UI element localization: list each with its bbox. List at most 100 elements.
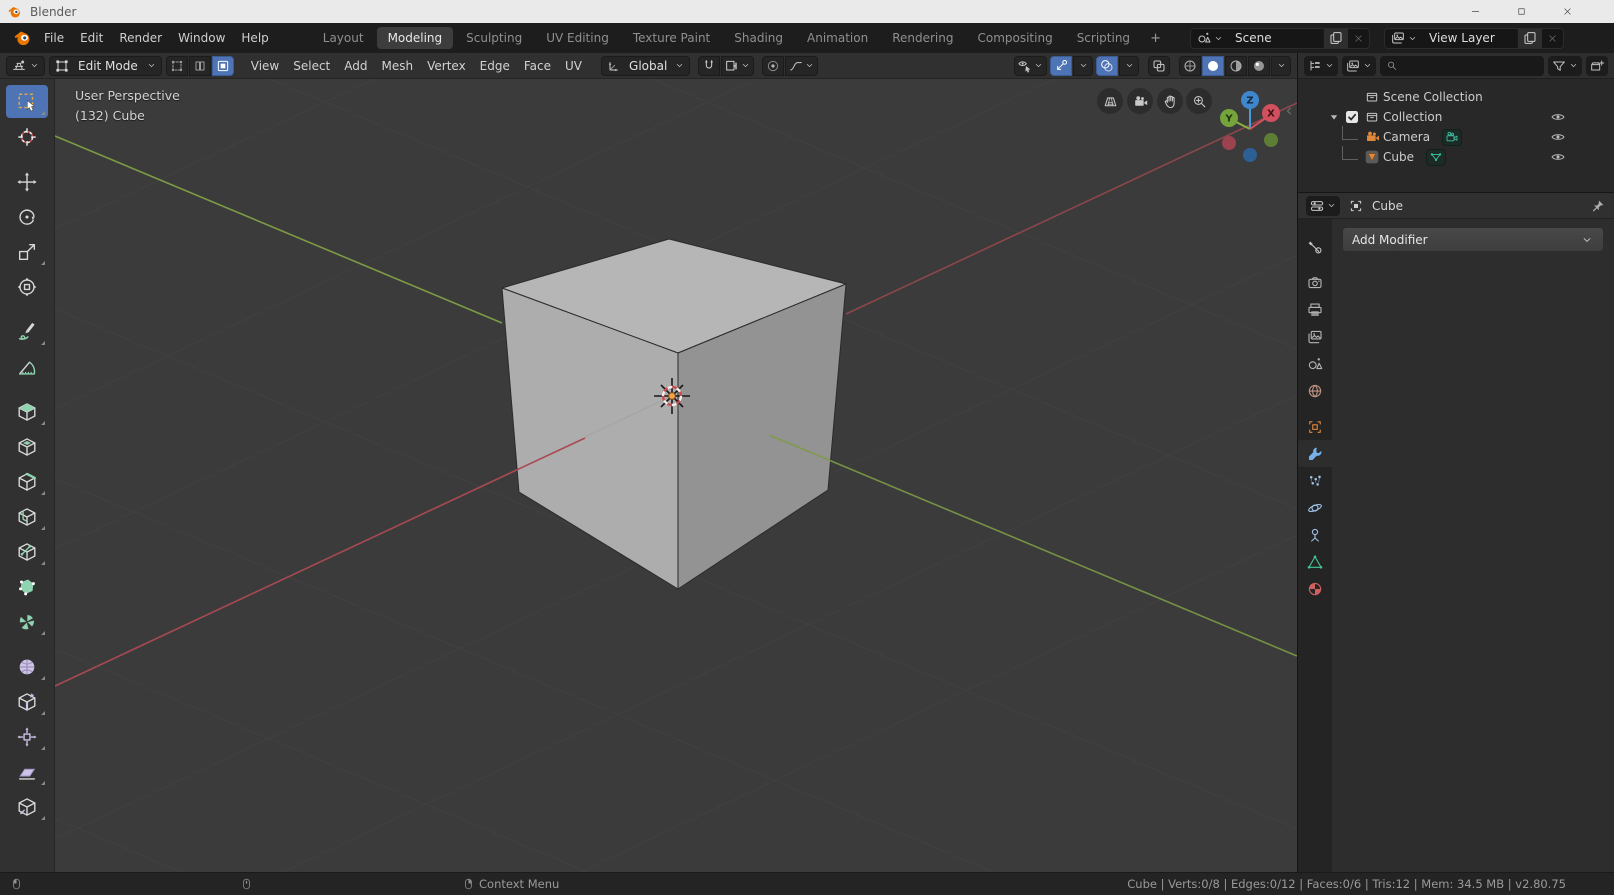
add-workspace-button[interactable]: + (1142, 29, 1169, 48)
navigation-gizmo[interactable]: Z Y X (1220, 91, 1280, 162)
view-layer-unlink-button[interactable] (1542, 33, 1563, 44)
outliner-filter-id-dropdown[interactable] (1342, 55, 1376, 76)
scene-copy-button[interactable] (1323, 28, 1348, 48)
gizmo-settings-dropdown[interactable] (1073, 55, 1093, 76)
tool-rotate-button[interactable] (6, 200, 48, 233)
object-visibility-dropdown[interactable] (1014, 55, 1047, 76)
workspace-tab-modeling[interactable]: Modeling (376, 27, 454, 49)
sidebar-collapse-chevron[interactable] (1283, 105, 1295, 117)
tool-knife-button[interactable] (6, 535, 48, 568)
tool-scale-button[interactable] (6, 235, 48, 268)
properties-tab-world[interactable] (1298, 377, 1332, 404)
workspace-tab-uv-editing[interactable]: UV Editing (535, 27, 620, 49)
scene-selector[interactable]: Scene (1190, 27, 1370, 49)
tool-extrude-region-button[interactable] (6, 395, 48, 428)
camera-view-button[interactable] (1127, 88, 1153, 114)
tool-shear-button[interactable] (6, 755, 48, 788)
tool-rip-region-button[interactable] (6, 790, 48, 823)
viewport-menu-uv[interactable]: UV (558, 56, 589, 76)
vertex-select-mode-button[interactable] (165, 55, 188, 76)
properties-tab-scene[interactable] (1298, 350, 1332, 377)
properties-tab-material[interactable] (1298, 575, 1332, 602)
gizmo-x-neg-axis[interactable] (1222, 136, 1236, 150)
mode-dropdown[interactable]: Edit Mode (49, 55, 162, 76)
menu-help[interactable]: Help (233, 28, 276, 48)
menu-render[interactable]: Render (111, 28, 170, 48)
workspace-tab-compositing[interactable]: Compositing (966, 27, 1063, 49)
shading-options-dropdown[interactable] (1271, 55, 1291, 76)
snap-toggle-button[interactable] (698, 55, 721, 76)
visibility-eye-icon[interactable] (1550, 109, 1566, 125)
properties-editor-type-button[interactable] (1306, 195, 1340, 216)
camera-data-icon-badge[interactable] (1442, 128, 1463, 146)
tool-annotate-button[interactable] (6, 315, 48, 348)
viewport-menu-vertex[interactable]: Vertex (420, 56, 473, 76)
visibility-eye-icon[interactable] (1550, 129, 1566, 145)
close-button[interactable] (1544, 0, 1590, 23)
viewport-menu-view[interactable]: View (244, 56, 286, 76)
tool-cursor-button[interactable] (6, 120, 48, 153)
properties-tab-tool[interactable] (1298, 233, 1332, 260)
properties-tab-modifier[interactable] (1298, 440, 1332, 467)
properties-tab-constraints[interactable] (1298, 521, 1332, 548)
tool-bevel-button[interactable] (6, 465, 48, 498)
maximize-button[interactable] (1498, 0, 1544, 23)
tool-inset-faces-button[interactable] (6, 430, 48, 463)
properties-tab-physics[interactable] (1298, 494, 1332, 521)
viewport-body[interactable]: Z Y X User Perspective (132) Cube (0, 79, 1297, 872)
workspace-tab-scripting[interactable]: Scripting (1066, 27, 1141, 49)
outliner-row-collection[interactable]: Collection (1298, 107, 1614, 127)
toggle-grid-button[interactable] (1097, 88, 1123, 114)
outliner-search-field[interactable] (1380, 55, 1544, 76)
outliner-row-camera[interactable]: Camera (1298, 125, 1614, 147)
tool-smooth-button[interactable] (6, 650, 48, 683)
outliner-filter-dropdown[interactable] (1548, 55, 1582, 76)
properties-tab-view-layer[interactable] (1298, 323, 1332, 350)
scene-unlink-button[interactable] (1348, 33, 1369, 44)
viewport-menu-edge[interactable]: Edge (473, 56, 517, 76)
face-select-mode-button[interactable] (211, 55, 234, 76)
view-layer-selector[interactable]: View Layer (1384, 27, 1564, 49)
properties-tab-output[interactable] (1298, 296, 1332, 323)
new-collection-button[interactable] (1586, 55, 1608, 76)
shading-rendered-button[interactable] (1248, 55, 1270, 76)
workspace-tab-animation[interactable]: Animation (796, 27, 879, 49)
workspace-tab-layout[interactable]: Layout (312, 27, 375, 49)
overlays-settings-dropdown[interactable] (1119, 55, 1139, 76)
pin-icon[interactable] (1590, 198, 1606, 214)
viewport-canvas[interactable]: Z Y X (55, 79, 1297, 872)
outliner-row-cube[interactable]: Cube (1298, 145, 1614, 167)
tool-shrink-fatten-button[interactable] (6, 720, 48, 753)
xray-toggle-button[interactable] (1148, 55, 1170, 76)
editor-type-button[interactable] (6, 55, 45, 76)
gizmo-z-neg-axis[interactable] (1243, 148, 1257, 162)
visibility-eye-icon[interactable] (1550, 149, 1566, 165)
tool-spin-button[interactable] (6, 605, 48, 638)
falloff-dropdown[interactable] (785, 55, 819, 76)
outliner-display-mode-dropdown[interactable] (1304, 55, 1338, 76)
shading-wireframe-button[interactable] (1179, 55, 1201, 76)
view-layer-name[interactable]: View Layer (1421, 31, 1517, 45)
minimize-button[interactable] (1452, 0, 1498, 23)
tool-select-box-button[interactable] (6, 85, 48, 118)
viewport-menu-mesh[interactable]: Mesh (375, 56, 421, 76)
overlays-toggle-button[interactable] (1096, 55, 1118, 76)
tool-edge-slide-button[interactable] (6, 685, 48, 718)
properties-tab-object-data[interactable] (1298, 548, 1332, 575)
properties-tab-object[interactable] (1298, 413, 1332, 440)
mesh-data-icon-badge[interactable] (1425, 148, 1446, 166)
cube-object[interactable] (501, 238, 847, 590)
properties-tab-particles[interactable] (1298, 467, 1332, 494)
tool-loop-cut-button[interactable] (6, 500, 48, 533)
shading-material-button[interactable] (1225, 55, 1247, 76)
add-modifier-dropdown[interactable]: Add Modifier (1342, 227, 1604, 252)
disclosure-triangle-icon[interactable] (1327, 110, 1341, 124)
menu-edit[interactable]: Edit (72, 28, 111, 48)
app-menu-blender-icon[interactable] (14, 29, 32, 47)
view-layer-copy-button[interactable] (1517, 28, 1542, 48)
tool-poly-build-button[interactable] (6, 570, 48, 603)
gizmo-toggle-button[interactable] (1050, 55, 1072, 76)
snap-settings-dropdown[interactable] (721, 55, 755, 76)
workspace-tab-rendering[interactable]: Rendering (881, 27, 964, 49)
pan-view-button[interactable] (1157, 88, 1183, 114)
